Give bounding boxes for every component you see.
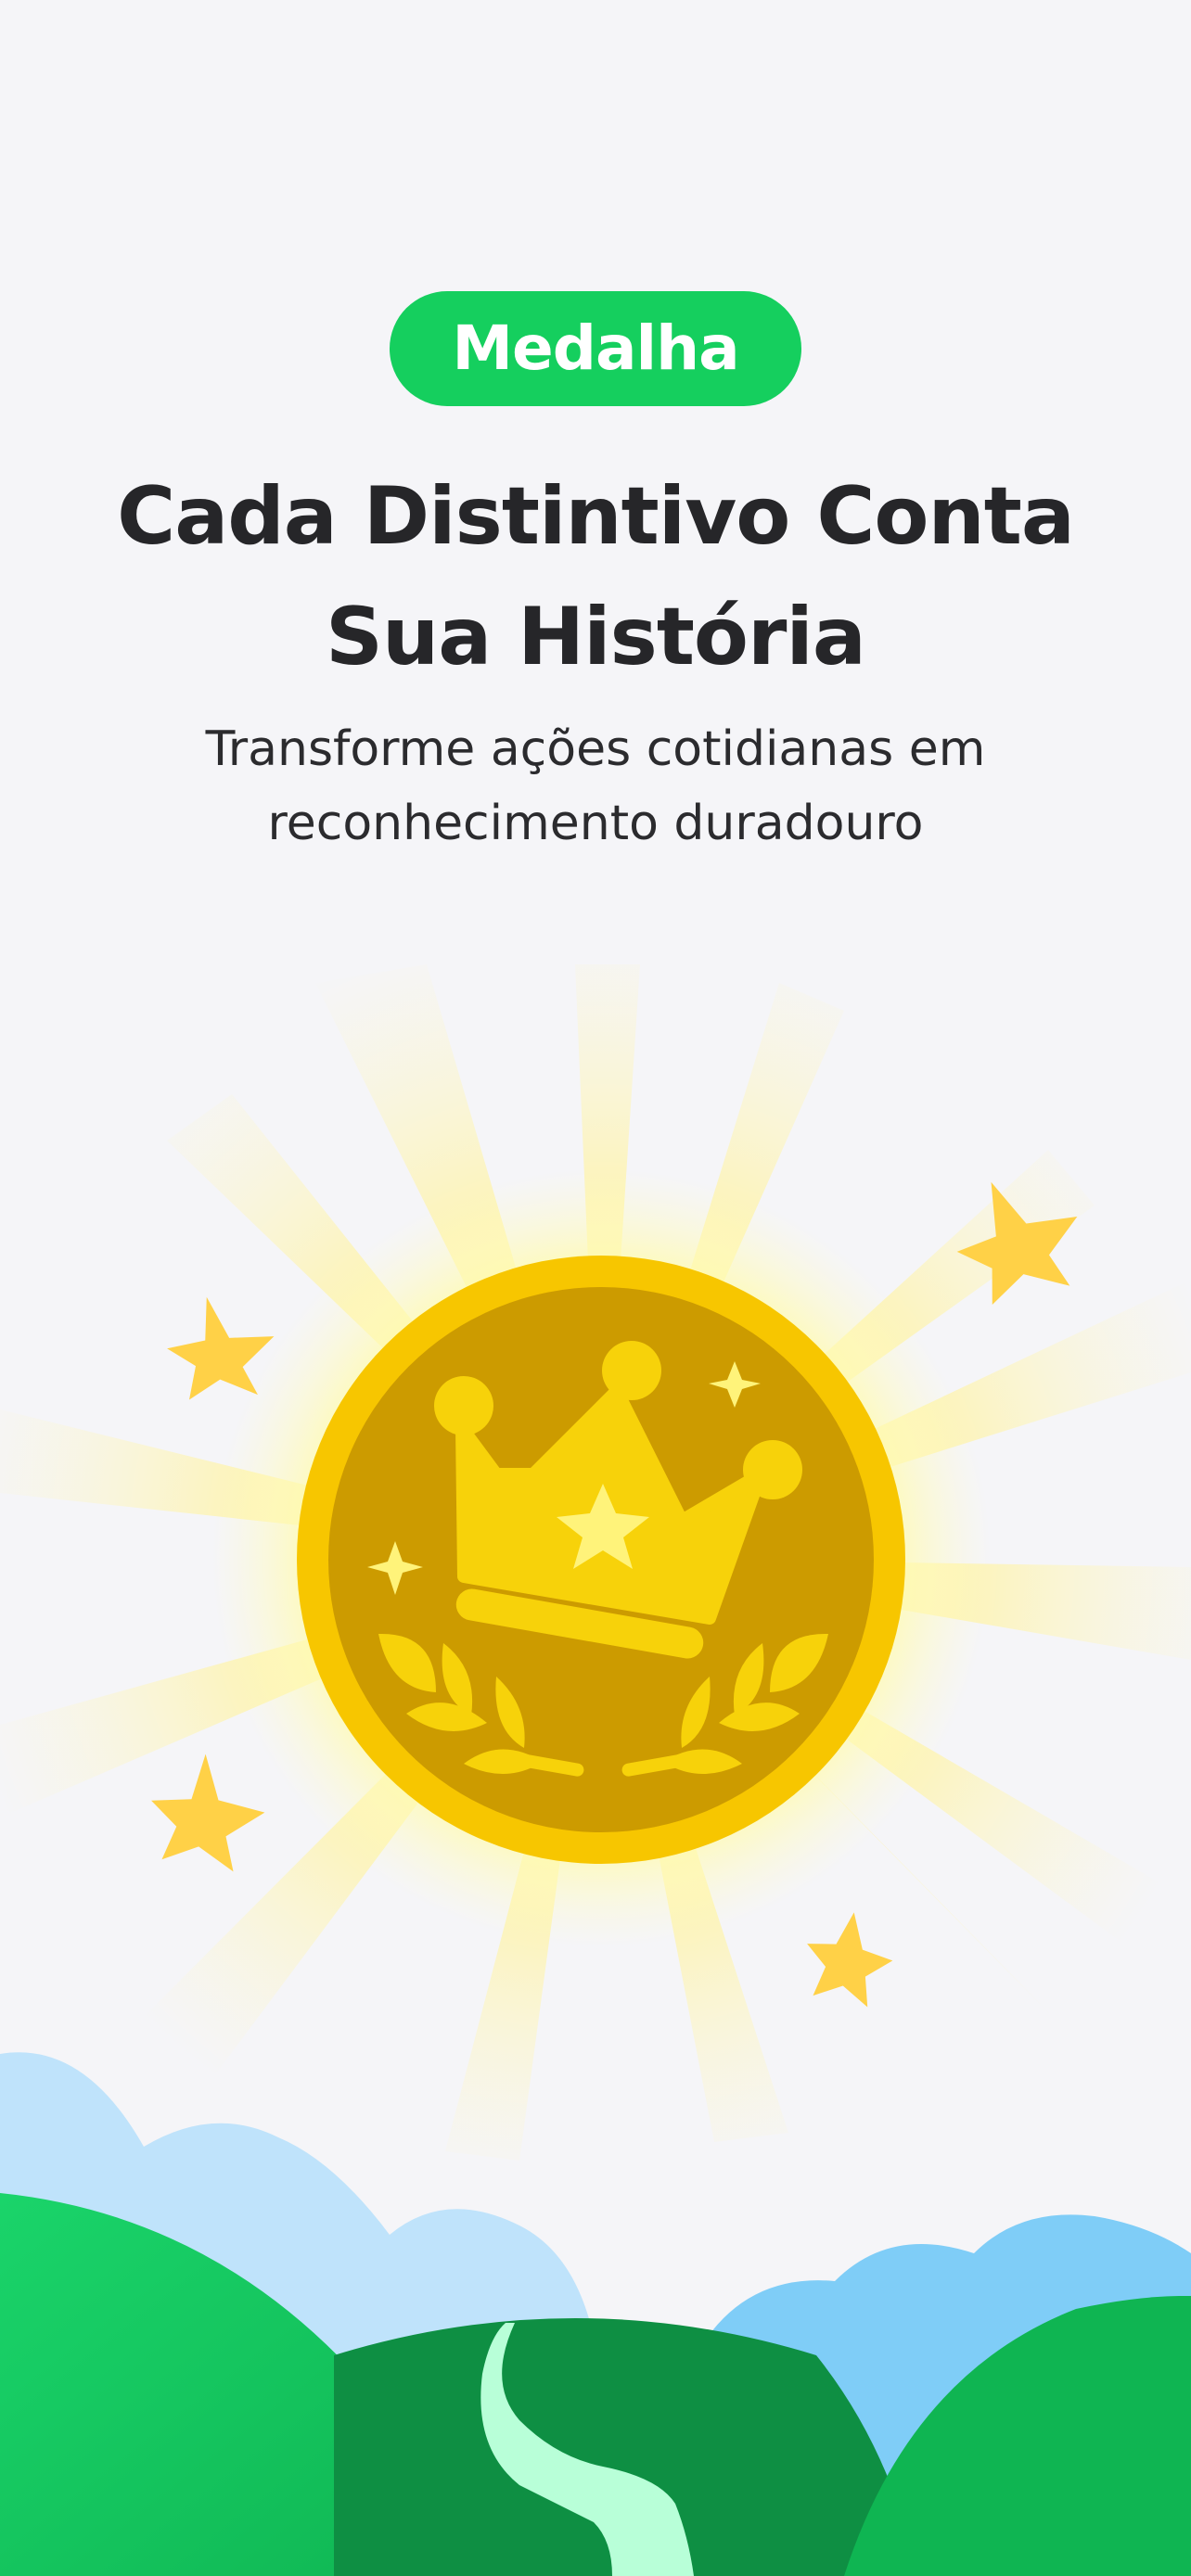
title-line-2: Sua História <box>326 591 866 683</box>
medal-illustration <box>0 964 1191 2576</box>
subtitle-line-1: Transforme ações cotidianas em <box>205 721 986 777</box>
crown-medal-icon <box>297 1256 905 1864</box>
onboarding-screen: Medalha Cada Distintivo Conta Sua Histór… <box>0 0 1191 2576</box>
page-title: Cada Distintivo Conta Sua História <box>56 456 1135 697</box>
subtitle-line-2: reconhecimento duradouro <box>267 796 924 851</box>
category-badge: Medalha <box>390 291 801 406</box>
hills-landscape <box>0 2052 1191 2576</box>
title-line-1: Cada Distintivo Conta <box>117 470 1075 563</box>
page-subtitle: Transforme ações cotidianas em reconheci… <box>111 712 1080 861</box>
